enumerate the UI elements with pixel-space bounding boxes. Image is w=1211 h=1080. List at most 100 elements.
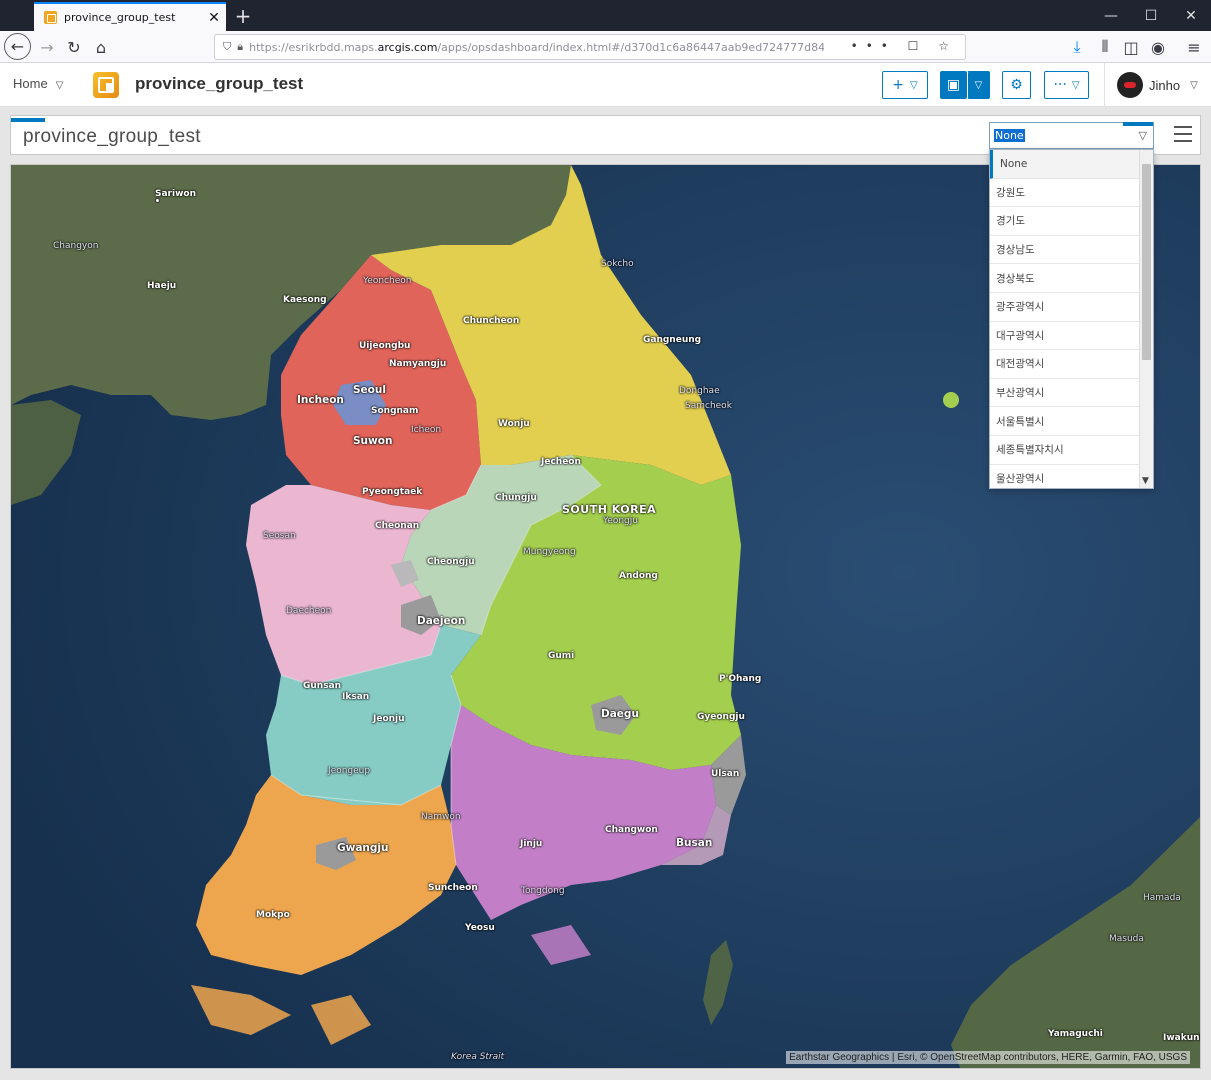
label-namwon: Namwon [421, 812, 461, 822]
user-name: Jinho [1149, 77, 1181, 93]
home-icon[interactable]: ⌂ [88, 34, 114, 60]
lock-icon[interactable]: 🔒︎ [237, 40, 243, 54]
forward-arrow-icon[interactable]: → [34, 34, 60, 60]
url-bar[interactable]: ⛉ 🔒︎ https://esrikrbdd.maps.arcgis.com/a… [214, 34, 966, 60]
label-pyeongtaek: Pyeongtaek [362, 487, 423, 497]
sidebar-icon[interactable]: ◫ [1118, 34, 1144, 60]
label-donghae: Donghae [679, 386, 720, 396]
close-tab-icon[interactable]: ✕ [202, 10, 226, 26]
category-selector[interactable]: None ▽ [989, 122, 1154, 149]
option-busan[interactable]: 부산광역시 [990, 379, 1140, 408]
map-attribution[interactable]: Earthstar Geographics | Esri, © OpenStre… [786, 1051, 1190, 1064]
label-changwon: Changwon [605, 825, 658, 835]
label-changyon: Changyon [53, 241, 99, 251]
label-south-korea: SOUTH KOREA [562, 503, 657, 516]
label-gyeongju: Gyeongju [697, 712, 745, 722]
label-haeju: Haeju [147, 281, 177, 291]
save-icon: ▣ [946, 77, 961, 93]
selection-handle[interactable] [1123, 122, 1153, 126]
new-tab-icon[interactable]: + [233, 4, 253, 28]
library-icon[interactable]: ⫴ [1092, 34, 1118, 60]
reload-icon[interactable]: ↻ [61, 34, 87, 60]
url-actions[interactable]: ••• ☐ ☆ [851, 39, 957, 53]
chevron-down-icon: ▽ [974, 79, 983, 91]
label-suncheon: Suncheon [428, 883, 478, 893]
label-daecheon: Daecheon [286, 606, 332, 616]
download-icon[interactable]: ⤓ [1064, 34, 1090, 60]
option-gwangju[interactable]: 광주광역시 [990, 293, 1140, 322]
option-daejeon[interactable]: 대전광역시 [990, 350, 1140, 379]
hamburger-menu-icon[interactable]: ≡ [1181, 34, 1207, 60]
label-mokpo: Mokpo [256, 910, 290, 920]
selector-dropdown-list[interactable]: None 강원도 경기도 경상남도 경상북도 광주광역시 대구광역시 대전광역시… [989, 149, 1154, 489]
option-none[interactable]: None [990, 150, 1140, 179]
minimize-icon[interactable]: — [1091, 0, 1131, 31]
maximize-icon[interactable]: ☐ [1131, 0, 1171, 31]
shield-icon[interactable]: ⛉ [223, 40, 231, 54]
label-tongdong: Tongdong [521, 886, 565, 896]
label-daejeon: Daejeon [417, 615, 466, 627]
label-kaesong: Kaesong [283, 295, 327, 305]
settings-button[interactable]: ⚙ [1002, 71, 1031, 99]
label-jeongeup: Jeongeup [328, 766, 371, 776]
app-header: Home ▽ province_group_test + ▽ ▣ ▽ ⚙ ··· ▽ … [0, 63, 1211, 107]
option-seoul[interactable]: 서울특별시 [990, 407, 1140, 436]
option-gangwon[interactable]: 강원도 [990, 179, 1140, 208]
selected-value: None [994, 129, 1025, 142]
label-suwon: Suwon [353, 435, 393, 447]
dropdown-scrollbar[interactable]: ▼ [1139, 150, 1153, 488]
save-button[interactable]: ▣ [940, 71, 967, 99]
label-gangneung: Gangneung [643, 335, 702, 345]
label-icheon: Icheon [411, 425, 442, 435]
label-yeosu: Yeosu [465, 923, 495, 933]
label-yeoncheon: Yeoncheon [363, 276, 412, 286]
header-menu-icon[interactable] [1174, 126, 1192, 142]
label-jeonju: Jeonju [373, 714, 405, 724]
label-hamada: Hamada [1143, 893, 1181, 903]
scroll-down-icon[interactable]: ▼ [1142, 476, 1149, 486]
label-jecheon: Jecheon [541, 457, 581, 467]
label-ulsan: Ulsan [711, 769, 740, 779]
label-daegu: Daegu [601, 708, 639, 720]
label-iksan: Iksan [342, 692, 370, 702]
option-ulsan[interactable]: 울산광역시 [990, 465, 1140, 488]
user-menu[interactable]: Jinho ▽ [1104, 63, 1211, 107]
label-seoul: Seoul [353, 384, 386, 396]
arcgis-favicon-icon [44, 11, 57, 24]
label-iwakuni: Iwakuni [1163, 1033, 1201, 1043]
label-cheongju: Cheongju [427, 557, 475, 567]
option-sejong[interactable]: 세종특별자치시 [990, 436, 1140, 465]
option-gyeongnam[interactable]: 경상남도 [990, 236, 1140, 265]
browser-navbar: ← → ↻ ⌂ ⛉ 🔒︎ https://esrikrbdd.maps.arcg… [0, 31, 1211, 63]
tab-title: province_group_test [64, 11, 176, 24]
label-incheon: Incheon [297, 394, 344, 406]
avatar [1117, 72, 1143, 98]
account-icon[interactable]: ◉ [1145, 34, 1171, 60]
label-uijeongbu: Uijeongbu [359, 341, 411, 351]
ulleungdo-island [943, 392, 959, 408]
label-gwangju: Gwangju [337, 842, 389, 854]
dashboard-title: province_group_test [23, 126, 201, 147]
chevron-down-icon: ▽ [1071, 79, 1080, 91]
window-close-icon[interactable]: ✕ [1171, 0, 1211, 31]
back-arrow-icon[interactable]: ← [4, 33, 31, 60]
label-sariwon: Sariwon [155, 189, 196, 199]
label-pohang: P'Ohang [719, 674, 762, 684]
label-chungju: Chungju [495, 493, 537, 503]
browser-tab[interactable]: province_group_test ✕ [34, 2, 226, 31]
label-jinju: Jinju [520, 839, 543, 849]
save-options-button[interactable]: ▽ [967, 71, 990, 99]
url-text[interactable]: https://esrikrbdd.maps.arcgis.com/apps/o… [249, 41, 824, 54]
home-menu-button[interactable]: Home ▽ [13, 76, 63, 91]
more-options-button[interactable]: ··· ▽ [1044, 71, 1089, 99]
scrollbar-thumb[interactable] [1142, 164, 1151, 360]
app-title: province_group_test [135, 74, 304, 93]
option-gyeonggi[interactable]: 경기도 [990, 207, 1140, 236]
option-gyeongbuk[interactable]: 경상북도 [990, 264, 1140, 293]
selection-handle[interactable] [11, 118, 45, 122]
option-daegu[interactable]: 대구광역시 [990, 322, 1140, 351]
label-yeongju: Yeongju [603, 516, 638, 526]
label-andong: Andong [619, 571, 658, 581]
plus-icon: + [892, 77, 905, 93]
add-element-button[interactable]: + ▽ [882, 71, 928, 99]
